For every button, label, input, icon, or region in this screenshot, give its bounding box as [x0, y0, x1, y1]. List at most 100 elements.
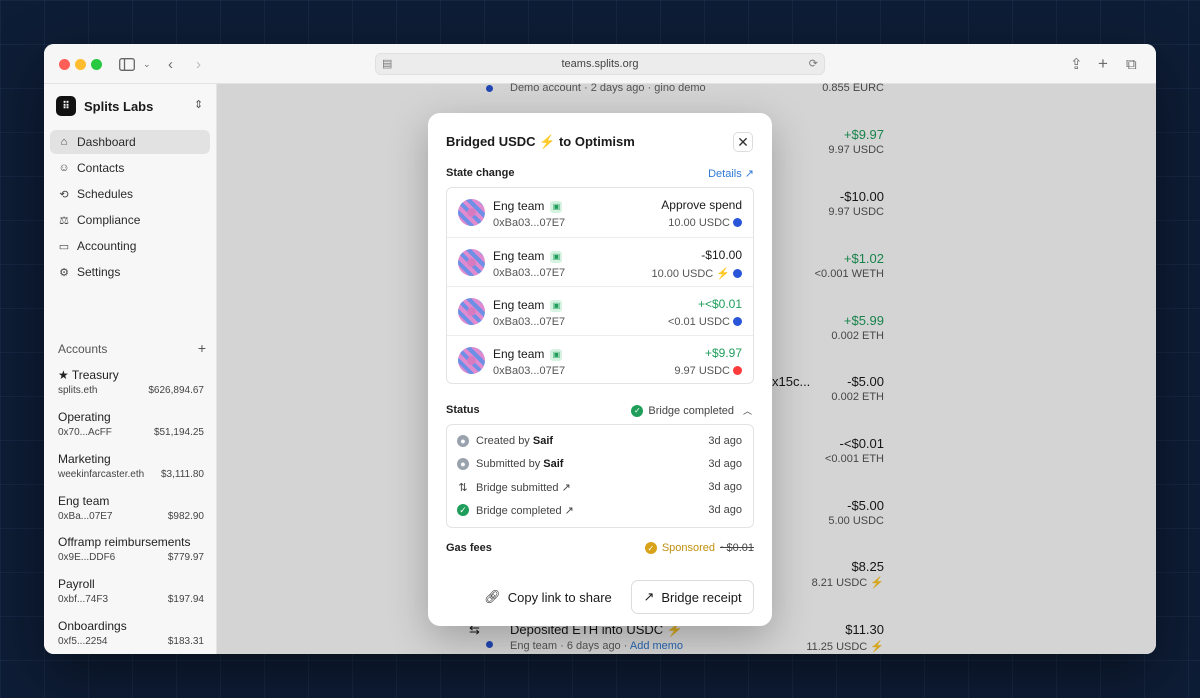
chevron-updown-icon[interactable]: ⇕	[194, 98, 203, 111]
tabs-overview-icon[interactable]: ⧉	[1126, 53, 1137, 75]
minimize-window-button[interactable]	[75, 59, 86, 70]
optimism-token-icon	[733, 366, 742, 375]
account-name: ★ Treasury	[58, 368, 119, 382]
sidebar-item-dashboard[interactable]: ⌂ Dashboard	[50, 130, 210, 154]
sidebar-item-schedules[interactable]: ⟲ Schedules	[50, 182, 210, 206]
close-window-button[interactable]	[59, 59, 70, 70]
change-amount: -$10.00	[701, 248, 742, 262]
account-name: Operating	[58, 410, 111, 424]
share-icon[interactable]: ⇪	[1070, 53, 1083, 75]
timeline-user: Saif	[543, 458, 564, 470]
account-name: Eng team	[493, 199, 545, 213]
address-bar[interactable]: ▤ teams.splits.org ⟳	[375, 53, 825, 75]
bridge-receipt-button[interactable]: ↗ Bridge receipt	[631, 580, 754, 614]
account-balance: $3,111.80	[160, 469, 204, 480]
account-item[interactable]: Marketing weekinfarcaster.eth $3,111.80	[58, 452, 204, 480]
account-badge-icon: ▣	[550, 300, 563, 312]
home-icon: ⌂	[60, 136, 68, 148]
page-menu-icon[interactable]: ▤	[382, 57, 392, 70]
bridge-receipt-label: Bridge receipt	[661, 589, 742, 605]
account-address: 0xBa03...07E7	[493, 365, 566, 377]
forward-icon[interactable]: ›	[196, 53, 201, 75]
account-address: 0xBa03...07E7	[493, 316, 566, 328]
sidebar-item-compliance[interactable]: ⚖ Compliance	[50, 208, 210, 232]
account-name: Eng team	[493, 347, 545, 361]
add-account-icon[interactable]: +	[198, 341, 206, 356]
account-item[interactable]: Eng team 0xBa...07E7 $982.90	[58, 494, 204, 522]
account-balance: $197.94	[167, 594, 204, 605]
gas-fees-label: Gas fees	[446, 542, 492, 554]
org-switcher[interactable]: ⠿ Splits Labs	[56, 96, 153, 116]
account-address: weekinfarcaster.eth	[58, 469, 145, 480]
external-link-icon: ↗	[643, 589, 655, 604]
copy-link-label: Copy link to share	[507, 589, 612, 605]
sidebar-item-accounting[interactable]: ▭ Accounting	[50, 234, 210, 258]
transaction-modal: Bridged USDC ⚡ to Optimism ✕ State chang…	[428, 113, 772, 626]
gas-amount: ~$0.01	[720, 542, 754, 554]
account-address: 0x9E...DDF6	[58, 552, 116, 563]
details-link[interactable]: Details ↗	[708, 167, 754, 180]
timeline-time: 3d ago	[708, 504, 742, 516]
copy-link-button[interactable]: 🔗︎ Copy link to share	[474, 580, 622, 614]
timeline-user: Saif	[532, 435, 554, 447]
account-name: Offramp reimbursements	[58, 535, 191, 549]
org-logo: ⠿	[56, 96, 76, 116]
account-item[interactable]: Onboardings 0xf5...2254 $183.31	[58, 619, 204, 647]
check-circle-icon: ✓	[457, 504, 469, 516]
back-icon[interactable]: ‹	[168, 53, 173, 75]
user-avatar-icon: ●	[457, 458, 469, 470]
avatar	[458, 347, 485, 374]
timeline-time: 3d ago	[708, 435, 742, 447]
account-item[interactable]: Operating 0x70...AcFF $51,194.25	[58, 410, 204, 438]
reload-icon[interactable]: ⟳	[809, 57, 818, 70]
new-tab-icon[interactable]: +	[1098, 53, 1108, 75]
account-address: splits.eth	[58, 385, 98, 396]
account-balance: $626,894.67	[148, 385, 204, 396]
gear-icon: ⚙	[59, 266, 69, 279]
account-address: 0xBa03...07E7	[493, 217, 566, 229]
account-name: Marketing	[58, 452, 111, 466]
user-avatar-icon: ●	[457, 435, 469, 447]
account-badge-icon: ▣	[550, 251, 563, 263]
list-item: Eng team ▣ 0xBa03...07E7 +<$0.01 <0.01 US…	[447, 286, 753, 335]
timeline-text: Created by	[476, 435, 533, 447]
sidebar-item-label: Settings	[77, 265, 121, 279]
browser-toolbar: ⌄ ‹ › ▤ teams.splits.org ⟳ ⇪ + ⧉	[44, 44, 1156, 84]
sidebar-item-settings[interactable]: ⚙ Settings	[50, 260, 210, 284]
sidebar-toggle-icon[interactable]	[118, 53, 136, 75]
external-link-icon: ↗	[744, 168, 754, 180]
account-name: Eng team	[58, 494, 110, 508]
account-item[interactable]: ★ Treasury splits.eth $626,894.67	[58, 368, 204, 396]
account-balance: $982.90	[167, 511, 204, 522]
sidebar-item-label: Schedules	[77, 187, 134, 201]
sidebar-item-label: Accounting	[77, 239, 137, 253]
timeline-item[interactable]: ✓ Bridge completed ↗ 3d ago	[457, 503, 742, 519]
external-link-icon: ↗	[564, 505, 574, 517]
timeline-item[interactable]: ⇅ Bridge submitted ↗ 3d ago	[457, 480, 742, 496]
account-address: 0xbf...74F3	[58, 594, 109, 605]
sidebar: ⠿ Splits Labs ⇕ ⌂ Dashboard ☺ Contacts ⟲…	[44, 84, 217, 654]
status-timeline: ● Created by Saif 3d ago ● Submitted by …	[446, 424, 754, 528]
close-icon[interactable]: ✕	[733, 132, 753, 152]
sidebar-item-label: Contacts	[77, 161, 125, 175]
sidebar-item-label: Compliance	[77, 213, 141, 227]
contacts-icon: ☺	[58, 162, 70, 174]
sidebar-item-contacts[interactable]: ☺ Contacts	[50, 156, 210, 180]
zoom-window-button[interactable]	[91, 59, 102, 70]
avatar	[458, 249, 485, 276]
check-circle-icon: ✓	[631, 404, 644, 417]
list-item: Eng team ▣ 0xBa03...07E7 +$9.97 9.97 USDC	[447, 335, 753, 384]
chevron-down-icon[interactable]: ⌄	[143, 53, 151, 75]
change-token-amount: <0.01 USDC	[667, 316, 730, 328]
status-value: Bridge completed	[648, 404, 734, 417]
status-toggle[interactable]: ✓ Bridge completed ︿	[631, 404, 752, 417]
list-item: Eng team ▣ 0xBa03...07E7 Approve spend 10…	[447, 188, 753, 237]
schedules-icon: ⟲	[59, 188, 69, 201]
account-name: Eng team	[493, 249, 545, 263]
account-item[interactable]: Offramp reimbursements 0x9E...DDF6 $779.9…	[58, 535, 204, 563]
timeline-text: Bridge completed	[476, 505, 562, 517]
link-icon: 🔗︎	[484, 589, 501, 604]
account-item[interactable]: Payroll 0xbf...74F3 $197.94	[58, 577, 204, 605]
change-amount: +$9.97	[704, 346, 742, 360]
change-amount: Approve spend	[661, 198, 742, 212]
